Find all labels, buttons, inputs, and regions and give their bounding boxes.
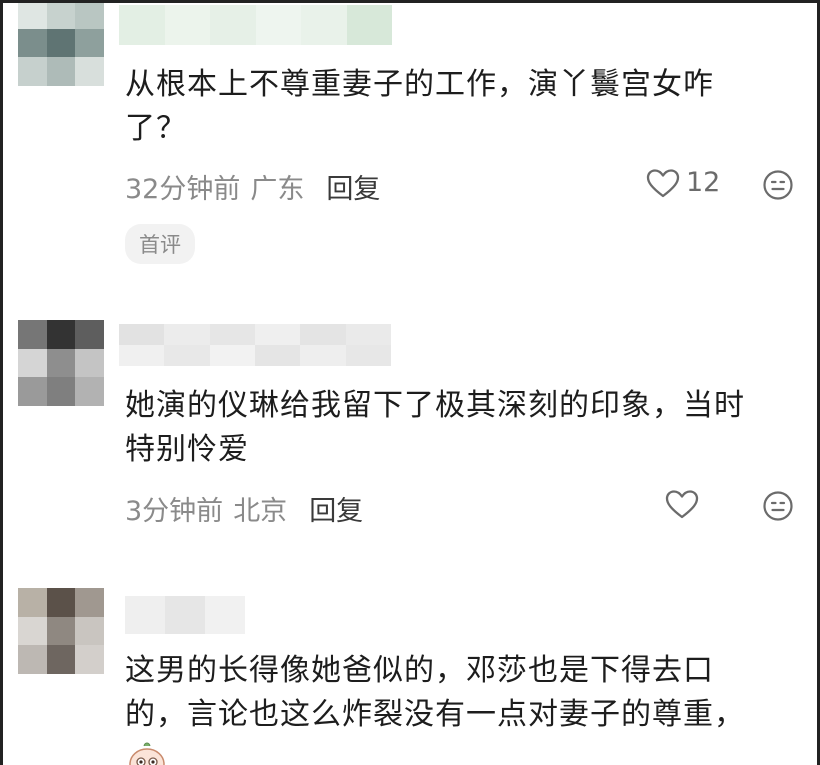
heart-outline-icon	[665, 489, 699, 519]
username[interactable]	[119, 324, 391, 366]
reply-button[interactable]: 回复	[309, 489, 363, 528]
smiley-face-icon[interactable]	[762, 169, 794, 205]
comment-text-line: 这男的长得像她爸似的，邓莎也是下得去口	[125, 653, 714, 688]
smiley-face-icon[interactable]	[762, 490, 794, 526]
comment-text: 从根本上不尊重妻子的工作，演丫鬟宫女咋 了？	[125, 63, 714, 151]
avatar[interactable]	[18, 320, 104, 406]
like-button[interactable]: 12	[646, 167, 720, 198]
comment-text-line: 从根本上不尊重妻子的工作，演丫鬟宫女咋	[125, 67, 714, 102]
comment-text-line: 她演的仪琳给我留下了极其深刻的印象，当时	[125, 388, 745, 423]
avatar[interactable]	[18, 3, 104, 86]
comment-meta: 3分钟前 北京 回复	[125, 489, 363, 528]
comment-time: 32分钟前	[125, 174, 241, 205]
like-button[interactable]	[665, 489, 699, 519]
like-count: 12	[686, 167, 721, 198]
username[interactable]	[119, 5, 392, 45]
comment-text: 这男的长得像她爸似的，邓莎也是下得去口 的，言论也这么炸裂没有一点对妻子的尊重，	[125, 649, 745, 737]
first-comment-badge: 首评	[125, 224, 195, 264]
heart-outline-icon	[646, 168, 680, 198]
comment-text-line: 的，言论也这么炸裂没有一点对妻子的尊重，	[125, 697, 745, 732]
comment-list: 从根本上不尊重妻子的工作，演丫鬟宫女咋 了？ 32分钟前 广东 回复 12 首评…	[0, 0, 820, 765]
comment-region: 广东	[250, 174, 305, 205]
avatar[interactable]	[18, 588, 104, 674]
comment-region: 北京	[233, 496, 288, 527]
comment-time: 3分钟前	[125, 496, 224, 527]
emoji-sticker-icon	[127, 740, 167, 765]
comment-text-line: 了？	[125, 111, 187, 146]
username[interactable]	[125, 596, 245, 634]
comment-text: 她演的仪琳给我留下了极其深刻的印象，当时 特别怜爱	[125, 384, 745, 472]
reply-button[interactable]: 回复	[326, 167, 380, 206]
comment-text-line: 特别怜爱	[125, 432, 249, 467]
comment-meta: 32分钟前 广东 回复	[125, 167, 380, 206]
